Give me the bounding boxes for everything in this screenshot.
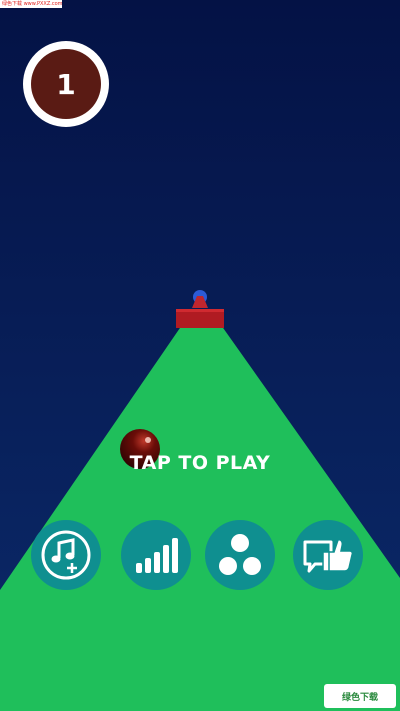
watermark-top: 绿色下载 www.PXXZ.com bbox=[0, 0, 62, 8]
music-add-button[interactable] bbox=[31, 520, 101, 590]
level-number: 1 bbox=[31, 49, 101, 119]
red-block-top bbox=[176, 309, 224, 312]
music-note-plus-icon bbox=[41, 530, 91, 580]
leaderboard-button[interactable] bbox=[121, 520, 191, 590]
three-dots-cluster-icon bbox=[219, 534, 261, 575]
signal-bars-icon bbox=[136, 538, 178, 573]
feedback-button[interactable] bbox=[293, 520, 363, 590]
share-button[interactable] bbox=[205, 520, 275, 590]
thumbs-up-speech-icon bbox=[303, 539, 354, 573]
watermark-bottom: 绿色下载 bbox=[324, 684, 396, 708]
level-badge: 1 bbox=[23, 41, 109, 127]
ball-highlight bbox=[145, 437, 151, 443]
tap-to-play-label[interactable]: TAP TO PLAY bbox=[100, 452, 300, 474]
